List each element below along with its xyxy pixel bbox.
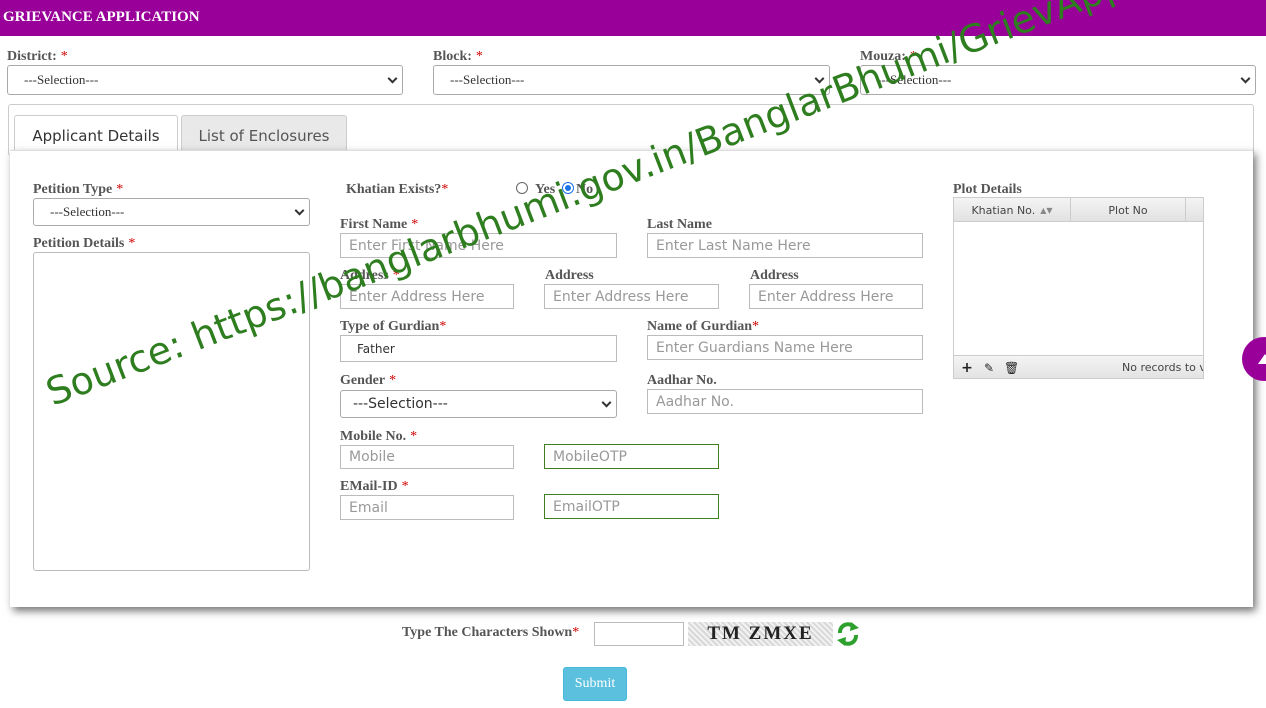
sort-icon: ▲▼	[1040, 205, 1053, 215]
guardian-name-label: Name of Gurdian*	[647, 319, 759, 334]
gender-label: Gender *	[340, 373, 397, 388]
email-otp-input[interactable]: EmailOTP	[544, 494, 719, 519]
grid-empty-text: No records to v	[1122, 361, 1204, 374]
refresh-icon[interactable]	[836, 621, 860, 647]
district-label: District: *	[7, 49, 68, 64]
chevron-down-icon	[387, 73, 398, 84]
plot-details-title: Plot Details	[953, 182, 1022, 197]
email-input[interactable]: Email	[340, 495, 514, 520]
address3-input[interactable]: Enter Address Here	[749, 284, 923, 309]
captcha-label: Type The Characters Shown*	[402, 625, 580, 640]
petition-type-label: Petition Type *	[33, 182, 124, 197]
chevron-down-icon	[294, 205, 305, 216]
chevron-down-icon	[601, 397, 612, 408]
captcha-input[interactable]	[594, 622, 684, 646]
gender-select[interactable]: ---Selection---	[340, 390, 617, 418]
column-header-khatian-no[interactable]: Khatian No. ▲▼	[954, 198, 1071, 222]
page-title: GRIEVANCE APPLICATION	[3, 9, 200, 25]
guardian-name-input[interactable]: Enter Guardians Name Here	[647, 335, 923, 360]
petition-details-label: Petition Details *	[33, 236, 136, 251]
mobile-otp-input[interactable]: MobileOTP	[544, 444, 719, 469]
column-header-plot-no[interactable]: Plot No	[1071, 198, 1186, 222]
guardian-type-label: Type of Gurdian*	[340, 319, 447, 334]
address2-label: Address	[545, 268, 594, 283]
address2-input[interactable]: Enter Address Here	[544, 284, 719, 309]
mobile-input[interactable]: Mobile	[340, 445, 514, 469]
submit-button[interactable]: Submit	[563, 667, 627, 701]
plot-details-grid: Khatian No. ▲▼ Plot No + ✎ 🗑 No records …	[953, 197, 1204, 379]
edit-icon[interactable]: ✎	[982, 361, 996, 375]
block-label: Block: *	[433, 49, 483, 64]
guardian-type-select[interactable]: Father	[340, 335, 617, 362]
aadhar-label: Aadhar No.	[647, 373, 717, 388]
address3-label: Address	[750, 268, 799, 283]
aadhar-input[interactable]: Aadhar No.	[647, 389, 923, 414]
grid-header: Khatian No. ▲▼ Plot No	[954, 198, 1203, 222]
first-name-label: First Name *	[340, 217, 419, 232]
email-label: EMail-ID *	[340, 479, 409, 494]
tab-applicant-details[interactable]: Applicant Details	[14, 115, 178, 155]
captcha-image: TM ZMXE	[688, 622, 833, 646]
last-name-input[interactable]: Enter Last Name Here	[647, 233, 923, 258]
delete-icon[interactable]: 🗑	[1004, 361, 1019, 375]
tab-list-of-enclosures[interactable]: List of Enclosures	[181, 115, 347, 155]
mobile-label: Mobile No. *	[340, 429, 418, 444]
grid-pager: + ✎ 🗑 No records to v	[954, 355, 1204, 378]
block-select[interactable]: ---Selection---	[433, 65, 830, 95]
district-select[interactable]: ---Selection---	[7, 65, 403, 95]
add-icon[interactable]: +	[960, 361, 974, 375]
chevron-down-icon	[1240, 73, 1251, 84]
last-name-label: Last Name	[647, 217, 712, 232]
petition-type-select[interactable]: ---Selection---	[33, 198, 310, 226]
khatian-exists-label: Khatian Exists?*	[346, 182, 449, 197]
